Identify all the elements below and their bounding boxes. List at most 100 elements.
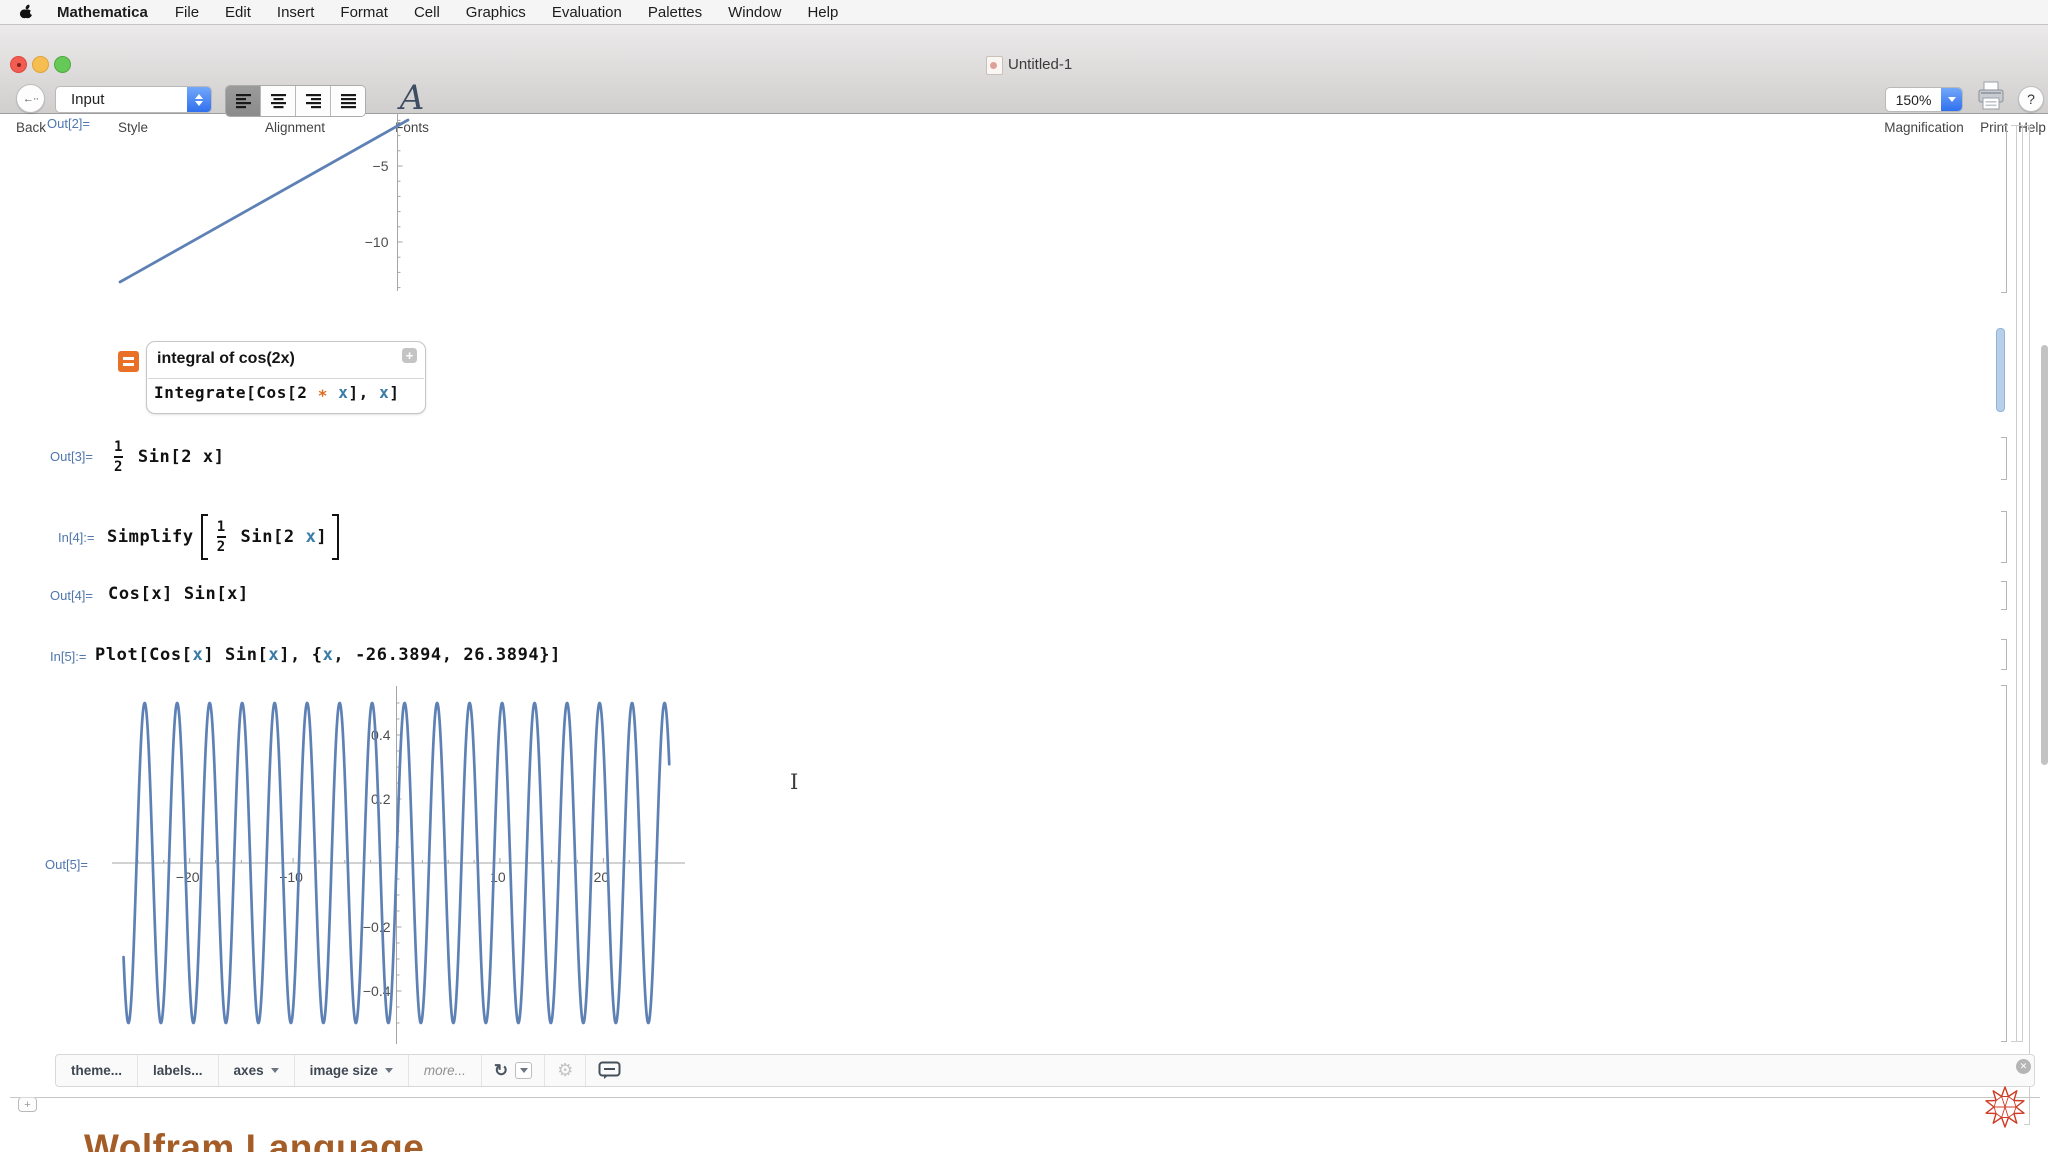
zoom-window-button[interactable] xyxy=(54,56,71,73)
wolfram-alpha-interpreted-code[interactable]: Integrate[Cos[2 ∗ x], x] xyxy=(154,383,400,402)
gear-group: ⚙ xyxy=(545,1055,587,1086)
magnification-dropdown[interactable]: 150% xyxy=(1885,87,1963,112)
comment-icon[interactable] xyxy=(598,1061,621,1080)
menu-item-format[interactable]: Format xyxy=(327,4,401,21)
menu-items: Mathematica File Edit Insert Format Cell Graph… xyxy=(43,4,851,21)
svg-text:−5: −5 xyxy=(373,158,389,174)
code-text: ] xyxy=(389,383,400,402)
window-chrome: Untitled-1 ←·· Back Input Style Alignmen… xyxy=(0,25,2048,135)
input-expression-in4[interactable]: Simplify 1 2 Sin[2 x] xyxy=(107,512,341,562)
align-justify-icon xyxy=(340,93,356,108)
big-bracket xyxy=(332,514,340,560)
print-button[interactable] xyxy=(1977,81,2005,113)
suggestion-buttons: theme... labels... axes image size more... xyxy=(56,1055,482,1086)
menu-item-evaluation[interactable]: Evaluation xyxy=(539,4,635,21)
cell-bracket-out5[interactable] xyxy=(2001,685,2007,1042)
svg-text:−0.2: −0.2 xyxy=(363,919,391,935)
window-title: Untitled-1 xyxy=(1008,56,1073,73)
redraw-dropdown-icon[interactable] xyxy=(515,1062,533,1079)
cell-bracket-out3[interactable] xyxy=(2001,437,2007,480)
menu-item-cell[interactable]: Cell xyxy=(401,4,453,21)
magnification-value: 150% xyxy=(1895,91,1932,108)
cell-group-bracket-inner[interactable] xyxy=(2024,125,2030,1125)
style-dropdown-stepper-icon[interactable] xyxy=(187,87,211,112)
redraw-group: ↻ xyxy=(482,1055,546,1086)
cell-label-in5: In[5]:= xyxy=(50,649,87,664)
code-text: Integrate[Cos[2 xyxy=(154,383,318,402)
suggestion-button-labels[interactable]: labels... xyxy=(138,1055,219,1086)
cell-label-out4: Out[4]= xyxy=(50,588,93,603)
fonts-button[interactable]: A xyxy=(395,78,429,118)
vertical-scrollbar-thumb[interactable] xyxy=(2041,345,2048,765)
text-cursor-ibeam: I xyxy=(790,770,799,794)
code-text: Sin[2 x] xyxy=(127,447,225,467)
code-symbol-x: x xyxy=(305,527,317,547)
input-expression-in5[interactable]: Plot[Cos[x] Sin[x], {x, -26.3894, 26.389… xyxy=(95,642,561,668)
menu-item-mathematica[interactable]: Mathematica xyxy=(43,4,162,21)
cell-bracket-out4[interactable] xyxy=(2001,581,2007,610)
cell-bracket-in4[interactable] xyxy=(2001,511,2007,563)
fraction: 12 xyxy=(216,518,226,556)
output-expression-out4[interactable]: Cos[x] Sin[x] xyxy=(108,581,249,607)
chevron-down-icon xyxy=(270,1068,279,1073)
menu-item-file[interactable]: File xyxy=(162,4,212,21)
apple-menu[interactable] xyxy=(0,4,43,20)
expand-query-button[interactable]: + xyxy=(402,348,417,363)
mathematica-app-window: { "window": { "title": "Untitled-1" }, "… xyxy=(0,0,2048,1152)
magnification-label: Magnification xyxy=(1884,120,1964,135)
align-center-button[interactable] xyxy=(261,86,296,116)
cell-group-bracket-middle[interactable] xyxy=(2017,125,2023,1042)
align-justify-button[interactable] xyxy=(331,86,365,116)
plot-out5[interactable]: −20 −10 10 20−0.4−0.20.20.4 xyxy=(80,680,705,1052)
code-text: ] xyxy=(316,527,328,547)
insert-cell-plus-button[interactable]: + xyxy=(18,1097,37,1112)
predictive-suggestions-bar: theme... labels... axes image size more... ↻… xyxy=(55,1054,2035,1087)
menu-item-palettes[interactable]: Palettes xyxy=(635,4,715,21)
suggestion-button-more[interactable]: more... xyxy=(409,1055,482,1086)
suggestion-button-image-size[interactable]: image size xyxy=(295,1055,409,1086)
cell-bracket-out2[interactable] xyxy=(2001,125,2007,293)
menu-item-edit[interactable]: Edit xyxy=(212,4,264,21)
align-right-button[interactable] xyxy=(296,86,331,116)
fraction: 12 xyxy=(114,438,124,476)
code-symbol-x: x xyxy=(379,383,390,402)
menu-item-help[interactable]: Help xyxy=(794,4,851,21)
style-dropdown[interactable]: Input xyxy=(55,86,212,113)
close-suggestions-icon[interactable]: ✕ xyxy=(2016,1059,2031,1074)
svg-text:0.2: 0.2 xyxy=(371,791,391,807)
output-expression-out3[interactable]: 12 Sin[2 x] xyxy=(110,434,225,480)
code-text: , -26.3894, 26.3894}] xyxy=(333,645,561,665)
code-symbol-x: x xyxy=(192,645,204,665)
cell-bracket-in5[interactable] xyxy=(2001,639,2007,670)
menu-item-insert[interactable]: Insert xyxy=(264,4,328,21)
cell-bracket-wolfram-alpha-selected[interactable] xyxy=(1996,328,2005,412)
mathematica-spikey-icon xyxy=(1985,1086,2025,1128)
cell-label-out3: Out[3]= xyxy=(50,449,93,464)
menu-item-graphics[interactable]: Graphics xyxy=(453,4,539,21)
plot-out2[interactable]: −5 −10 xyxy=(80,113,425,295)
apple-logo-icon xyxy=(19,4,33,19)
close-window-button[interactable] xyxy=(10,56,27,73)
suggestion-button-theme[interactable]: theme... xyxy=(56,1055,139,1086)
printer-icon xyxy=(1978,81,2004,110)
redraw-icon[interactable]: ↻ xyxy=(494,1061,508,1081)
macos-menu-bar: Mathematica File Edit Insert Format Cell Graph… xyxy=(0,0,2048,25)
wolfram-alpha-query-text[interactable]: integral of cos(2x) xyxy=(157,350,295,368)
help-button[interactable]: ? xyxy=(2018,86,2044,112)
gear-icon[interactable]: ⚙ xyxy=(557,1060,573,1081)
document-icon xyxy=(986,56,1003,75)
menu-item-window[interactable]: Window xyxy=(715,4,794,21)
insert-cell-line[interactable] xyxy=(10,1097,2040,1098)
code-symbol-x: x xyxy=(338,383,349,402)
align-right-icon xyxy=(305,93,321,108)
align-left-button[interactable] xyxy=(226,86,261,116)
cell-group-bracket-outer[interactable] xyxy=(2011,125,2017,1042)
suggestion-button-axes[interactable]: axes xyxy=(219,1055,295,1086)
cell-label-in4: In[4]:= xyxy=(58,530,95,545)
code-text: Simplify xyxy=(107,527,194,547)
magnification-stepper-icon[interactable] xyxy=(1941,88,1962,111)
code-text: ] Sin[ xyxy=(203,645,269,665)
back-button[interactable]: ←·· xyxy=(16,84,45,113)
minimize-window-button[interactable] xyxy=(32,56,49,73)
code-symbol-x: x xyxy=(268,645,280,665)
